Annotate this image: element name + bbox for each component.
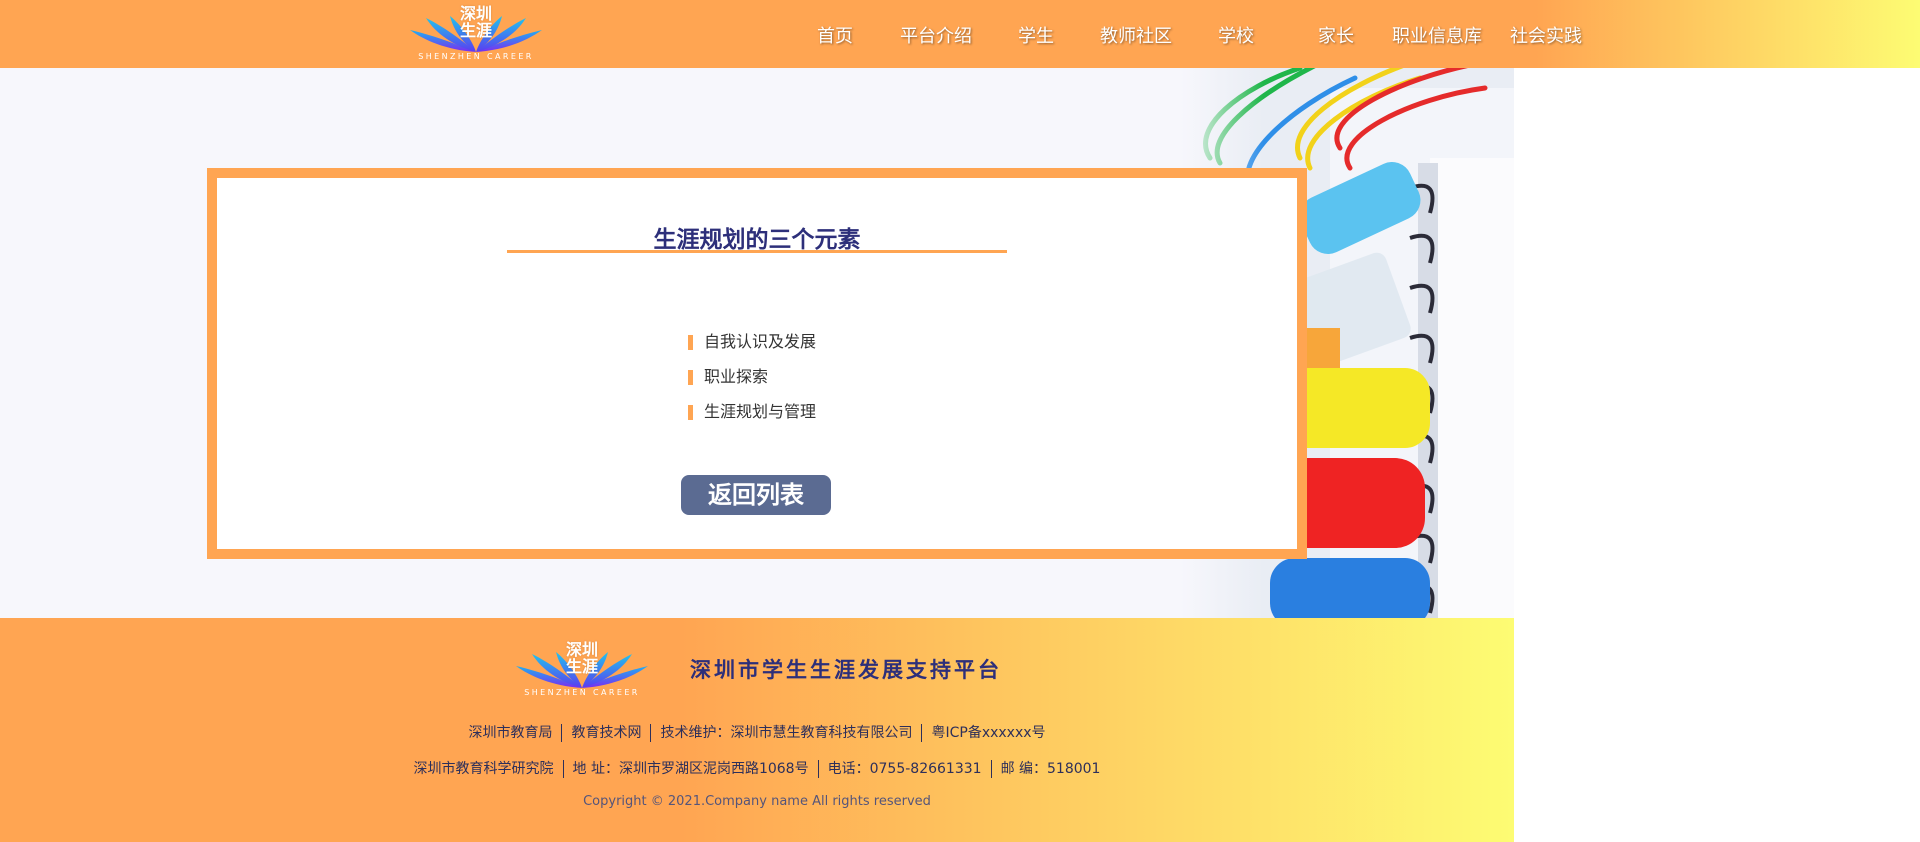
list-item: 职业探索 — [688, 367, 816, 402]
back-to-list-button[interactable]: 返回列表 — [681, 475, 831, 515]
site-logo[interactable]: 深圳 生涯 SHENZHEN CAREER — [406, 2, 546, 64]
nav-students[interactable]: 学生 — [1018, 22, 1054, 48]
bullet-bar-icon — [688, 370, 693, 385]
bullet-bar-icon — [688, 335, 693, 350]
list-item: 生涯规划与管理 — [688, 402, 816, 437]
footer-link-education-bureau[interactable]: 深圳市教育局 — [468, 725, 552, 741]
nav-parents[interactable]: 家长 — [1318, 22, 1354, 48]
list-item-text: 生涯规划与管理 — [704, 402, 817, 421]
divider — [990, 760, 992, 778]
bullet-bar-icon — [688, 405, 693, 420]
footer-phone: 电话：0755-82661331 — [827, 761, 982, 777]
site-footer: 深圳 生涯 SHENZHEN CAREER 深圳市学生生涯发展支持平台 深圳市教… — [0, 618, 1514, 842]
divider — [921, 724, 923, 742]
footer-logo-title: 深圳 生涯 — [565, 640, 598, 676]
footer-institute: 深圳市教育科学研究院 — [413, 761, 554, 777]
site-header: 深圳 生涯 SHENZHEN CAREER 首页 平台介绍 学生 教师社区 学校… — [0, 0, 1920, 68]
element-list: 自我认识及发展 职业探索 生涯规划与管理 — [688, 332, 816, 437]
article-title: 生涯规划的三个元素 — [653, 227, 861, 253]
logo-subtitle: SHENZHEN CAREER — [418, 52, 534, 61]
logo-title: 深圳 生涯 — [459, 4, 492, 40]
footer-links-row: 深圳市教育局 教育技术网 技术维护：深圳市慧生教育科技有限公司 粤ICP备xxxxxx… — [0, 722, 1514, 742]
divider — [817, 760, 819, 778]
footer-contact-row: 深圳市教育科学研究院 地 址：深圳市罗湖区泥岗西路1068号 电话：0755-826… — [0, 758, 1514, 778]
footer-logo-subtitle: SHENZHEN CAREER — [524, 688, 640, 697]
divider — [562, 760, 564, 778]
footer-postcode: 邮 编：518001 — [1000, 761, 1101, 777]
nav-platform-intro[interactable]: 平台介绍 — [900, 22, 972, 48]
list-item: 自我认识及发展 — [688, 332, 816, 367]
article-card-body: 生涯规划的三个元素 自我认识及发展 职业探索 生涯规划与管理 返回列表 — [217, 178, 1297, 549]
footer-icp: 粤ICP备xxxxxx号 — [931, 725, 1046, 741]
footer-address: 地 址：深圳市罗湖区泥岗西路1068号 — [572, 761, 809, 777]
article-card: 生涯规划的三个元素 自我认识及发展 职业探索 生涯规划与管理 返回列表 — [207, 168, 1307, 559]
nav-social-practice[interactable]: 社会实践 — [1510, 22, 1582, 48]
copyright: Copyright © 2021.Company name All rights… — [583, 794, 931, 809]
nav-home[interactable]: 首页 — [817, 22, 853, 48]
nav-career-database[interactable]: 职业信息库 — [1392, 22, 1482, 48]
title-underline — [507, 250, 1007, 253]
nav-teacher-community[interactable]: 教师社区 — [1100, 22, 1172, 48]
divider — [561, 724, 563, 742]
list-item-text: 自我认识及发展 — [704, 332, 817, 351]
platform-name: 深圳市学生生涯发展支持平台 — [690, 658, 1002, 682]
divider — [650, 724, 652, 742]
footer-tech-support: 技术维护：深圳市慧生教育科技有限公司 — [660, 725, 913, 741]
nav-schools[interactable]: 学校 — [1218, 22, 1254, 48]
list-item-text: 职业探索 — [704, 367, 769, 386]
footer-logo: 深圳 生涯 SHENZHEN CAREER — [512, 638, 652, 700]
footer-link-edu-tech[interactable]: 教育技术网 — [571, 725, 641, 741]
